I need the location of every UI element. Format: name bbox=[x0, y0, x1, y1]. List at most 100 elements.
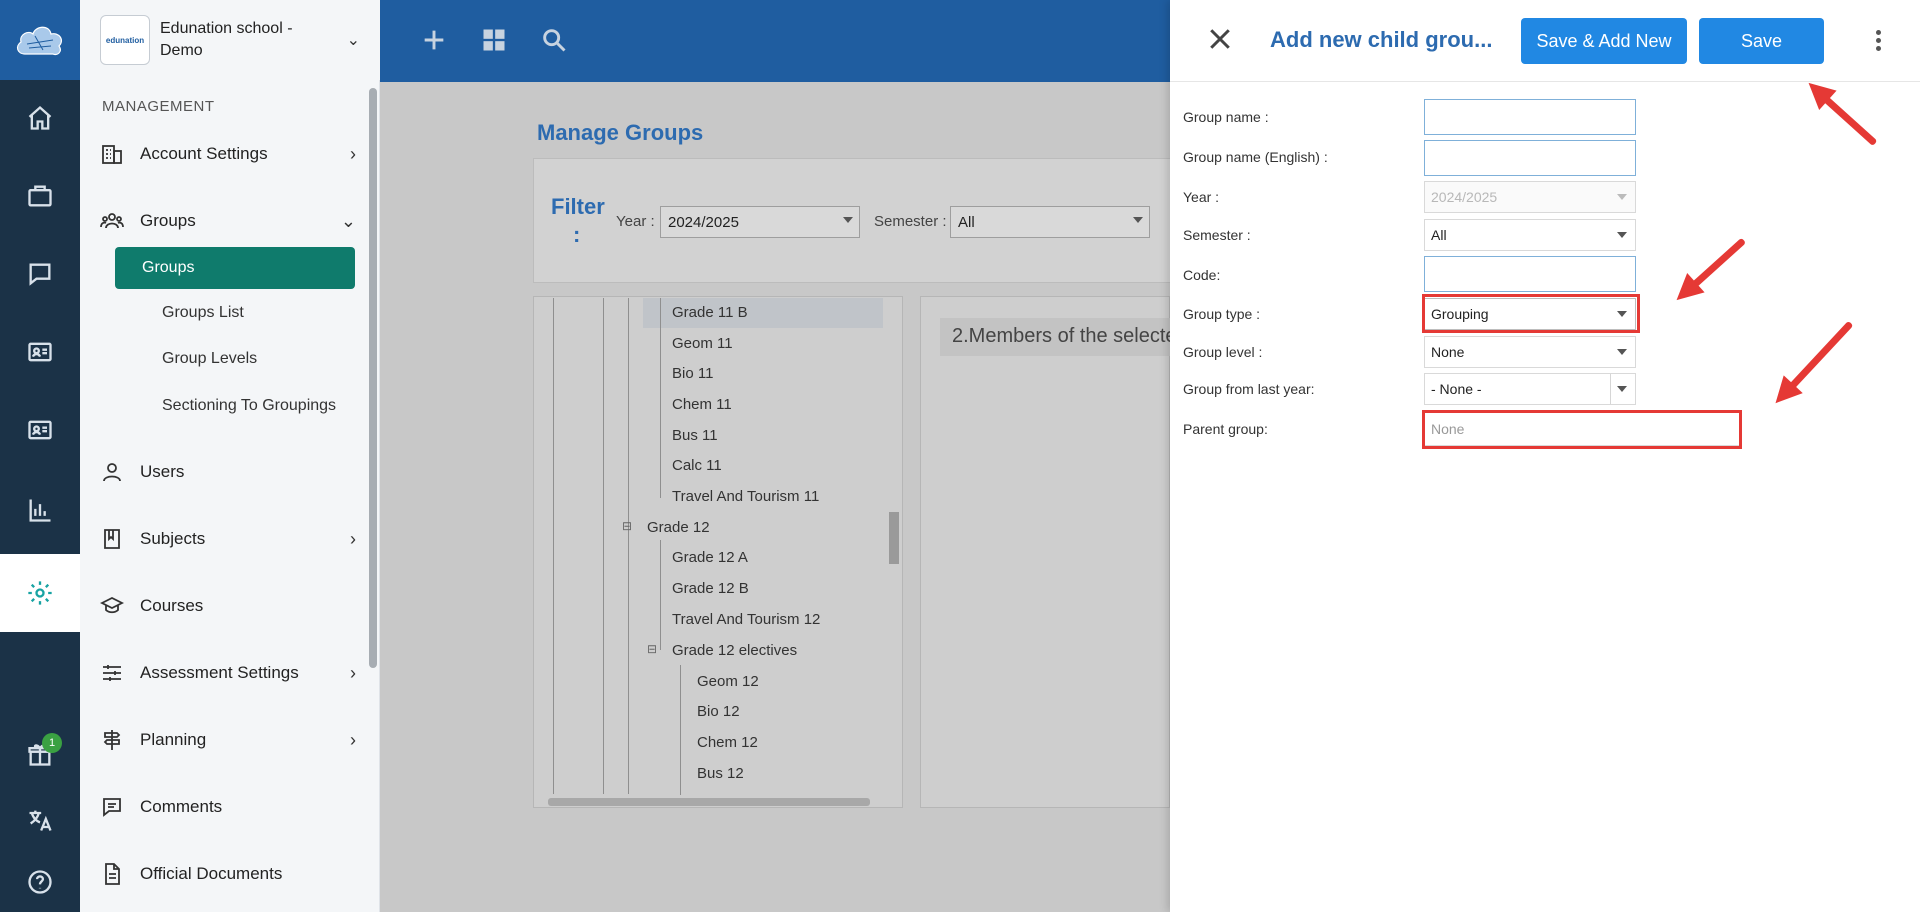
chat-icon[interactable] bbox=[0, 244, 80, 304]
sidebar-item-label: Groups bbox=[140, 211, 196, 230]
sidebar-item-label: Assessment Settings bbox=[140, 663, 299, 682]
chevron-right-icon: › bbox=[350, 729, 356, 750]
tree-node[interactable]: Bus 12 bbox=[697, 765, 744, 782]
page-title: Manage Groups bbox=[537, 120, 704, 145]
gift-icon[interactable] bbox=[0, 724, 80, 784]
sidebar-item-label: Comments bbox=[140, 797, 223, 816]
collapse-icon[interactable]: ⊟ bbox=[647, 642, 657, 656]
save-and-add-new-button[interactable]: Save & Add New bbox=[1521, 18, 1687, 64]
comment-icon bbox=[100, 795, 124, 819]
person-icon bbox=[100, 460, 124, 484]
tree-node[interactable]: Geom 12 bbox=[697, 673, 759, 690]
sidebar-subitem-sectioning[interactable]: Sectioning To Groupings bbox=[142, 385, 362, 427]
tree-guide-line bbox=[680, 665, 681, 795]
semester-select[interactable]: All bbox=[1424, 219, 1636, 251]
tree-node[interactable]: Bus 11 bbox=[672, 427, 718, 444]
grid-icon[interactable] bbox=[480, 26, 510, 56]
group-name-input[interactable] bbox=[1424, 99, 1636, 135]
search-icon[interactable] bbox=[540, 26, 570, 56]
last-year-group-label: Group from last year: bbox=[1183, 381, 1315, 397]
tree-node[interactable]: Geom 11 bbox=[672, 335, 733, 352]
sidebar: edunation Edunation school - Demo ⌄ MANA… bbox=[80, 0, 380, 912]
tree-scrollbar[interactable] bbox=[889, 512, 899, 564]
dropdown-arrow-icon bbox=[1617, 386, 1627, 392]
tree-node[interactable]: Chem 12 bbox=[697, 734, 758, 751]
group-name-label: Group name : bbox=[1183, 109, 1269, 125]
sidebar-item-label: Users bbox=[140, 462, 185, 481]
sidebar-item-subjects[interactable]: Subjects › bbox=[100, 519, 362, 559]
tree-node[interactable]: Grade 11 B bbox=[672, 304, 748, 321]
id-card-icon[interactable] bbox=[0, 322, 80, 382]
bar-chart-icon[interactable] bbox=[0, 480, 80, 540]
highlight-box bbox=[1422, 294, 1640, 333]
sidebar-item-planning[interactable]: Planning › bbox=[100, 720, 362, 760]
semester-filter-select[interactable]: All bbox=[950, 206, 1150, 238]
tree-node[interactable]: Travel And Tourism 12 bbox=[672, 611, 820, 628]
year-label: Year : bbox=[1183, 189, 1220, 205]
tree-node[interactable]: Grade 12 A bbox=[672, 549, 748, 566]
tree-node[interactable]: Calc 11 bbox=[672, 457, 722, 474]
sidebar-scrollbar[interactable] bbox=[369, 88, 377, 668]
filter-colon: : bbox=[573, 222, 581, 247]
building-icon bbox=[100, 142, 124, 166]
sidebar-item-label: Official Documents bbox=[140, 864, 283, 883]
tree-node[interactable]: Bio 12 bbox=[697, 703, 740, 720]
dropdown-arrow-icon bbox=[1617, 194, 1627, 200]
notification-badge: 1 bbox=[42, 733, 62, 753]
tree-node[interactable]: Grade 12 electives bbox=[672, 642, 797, 659]
gear-icon[interactable] bbox=[0, 554, 80, 632]
graduation-cap-icon bbox=[99, 594, 125, 618]
sidebar-item-users[interactable]: Users bbox=[100, 452, 362, 492]
tree-node[interactable]: Grade 12 bbox=[647, 519, 710, 536]
plus-icon[interactable] bbox=[420, 26, 450, 56]
semester-filter-label: Semester : bbox=[874, 213, 947, 230]
tree-guide-line bbox=[603, 298, 604, 794]
tree-node[interactable]: Grade 12 B bbox=[672, 580, 749, 597]
sidebar-item-assessment-settings[interactable]: Assessment Settings › bbox=[100, 653, 362, 693]
cloud-logo-icon[interactable] bbox=[0, 0, 80, 80]
chevron-down-icon[interactable]: ⌄ bbox=[347, 30, 360, 50]
chevron-right-icon: › bbox=[350, 528, 356, 549]
tree-horizontal-scrollbar[interactable] bbox=[548, 798, 870, 806]
sidebar-subitem-groups[interactable]: Groups bbox=[115, 247, 355, 289]
save-button[interactable]: Save bbox=[1699, 18, 1824, 64]
sidebar-item-groups[interactable]: Groups ⌄ bbox=[100, 201, 362, 241]
last-year-group-select[interactable]: - None - bbox=[1424, 373, 1636, 405]
people-icon bbox=[100, 209, 124, 233]
sidebar-item-account-settings[interactable]: Account Settings › bbox=[100, 134, 362, 174]
panel-title: Add new child grou... bbox=[1270, 27, 1493, 52]
translate-icon[interactable] bbox=[0, 790, 80, 850]
collapse-icon[interactable]: ⊟ bbox=[622, 519, 632, 533]
id-card-icon[interactable] bbox=[0, 400, 80, 460]
briefcase-icon[interactable] bbox=[0, 166, 80, 226]
tree-node[interactable]: Travel And Tourism 11 bbox=[672, 488, 819, 505]
sidebar-subitem-groups-list[interactable]: Groups List bbox=[142, 292, 362, 334]
group-level-select[interactable]: None bbox=[1424, 336, 1636, 368]
dropdown-arrow-icon bbox=[1617, 232, 1627, 238]
school-switcher[interactable]: edunation Edunation school - Demo ⌄ bbox=[80, 0, 380, 80]
tree-guide-line bbox=[660, 540, 661, 650]
year-filter-select[interactable]: 2024/2025 bbox=[660, 206, 860, 238]
group-name-english-label: Group name (English) : bbox=[1183, 149, 1328, 165]
more-options-icon[interactable] bbox=[1876, 30, 1882, 52]
tree-node[interactable]: Chem 11 bbox=[672, 396, 732, 413]
sidebar-subitem-group-levels[interactable]: Group Levels bbox=[142, 338, 362, 380]
group-name-english-input[interactable] bbox=[1424, 140, 1636, 176]
close-icon[interactable] bbox=[1205, 24, 1235, 54]
sidebar-item-courses[interactable]: Courses bbox=[99, 586, 362, 626]
sidebar-item-official-documents[interactable]: Official Documents bbox=[100, 854, 362, 894]
code-input[interactable] bbox=[1424, 256, 1636, 292]
signpost-icon bbox=[100, 728, 124, 752]
dropdown-arrow-icon bbox=[843, 217, 853, 223]
sidebar-item-comments[interactable]: Comments bbox=[100, 787, 362, 827]
chevron-right-icon: › bbox=[350, 662, 356, 683]
filter-label: Filter bbox=[551, 194, 605, 219]
sidebar-item-label: Planning bbox=[140, 730, 207, 749]
home-icon[interactable] bbox=[0, 88, 80, 148]
dropdown-arrow-icon bbox=[1133, 217, 1143, 223]
school-name: Edunation school - Demo bbox=[160, 20, 293, 59]
top-bar bbox=[380, 0, 1170, 82]
tree-node[interactable]: Bio 11 bbox=[672, 365, 713, 382]
help-icon[interactable] bbox=[0, 852, 80, 912]
members-box bbox=[920, 296, 1170, 808]
